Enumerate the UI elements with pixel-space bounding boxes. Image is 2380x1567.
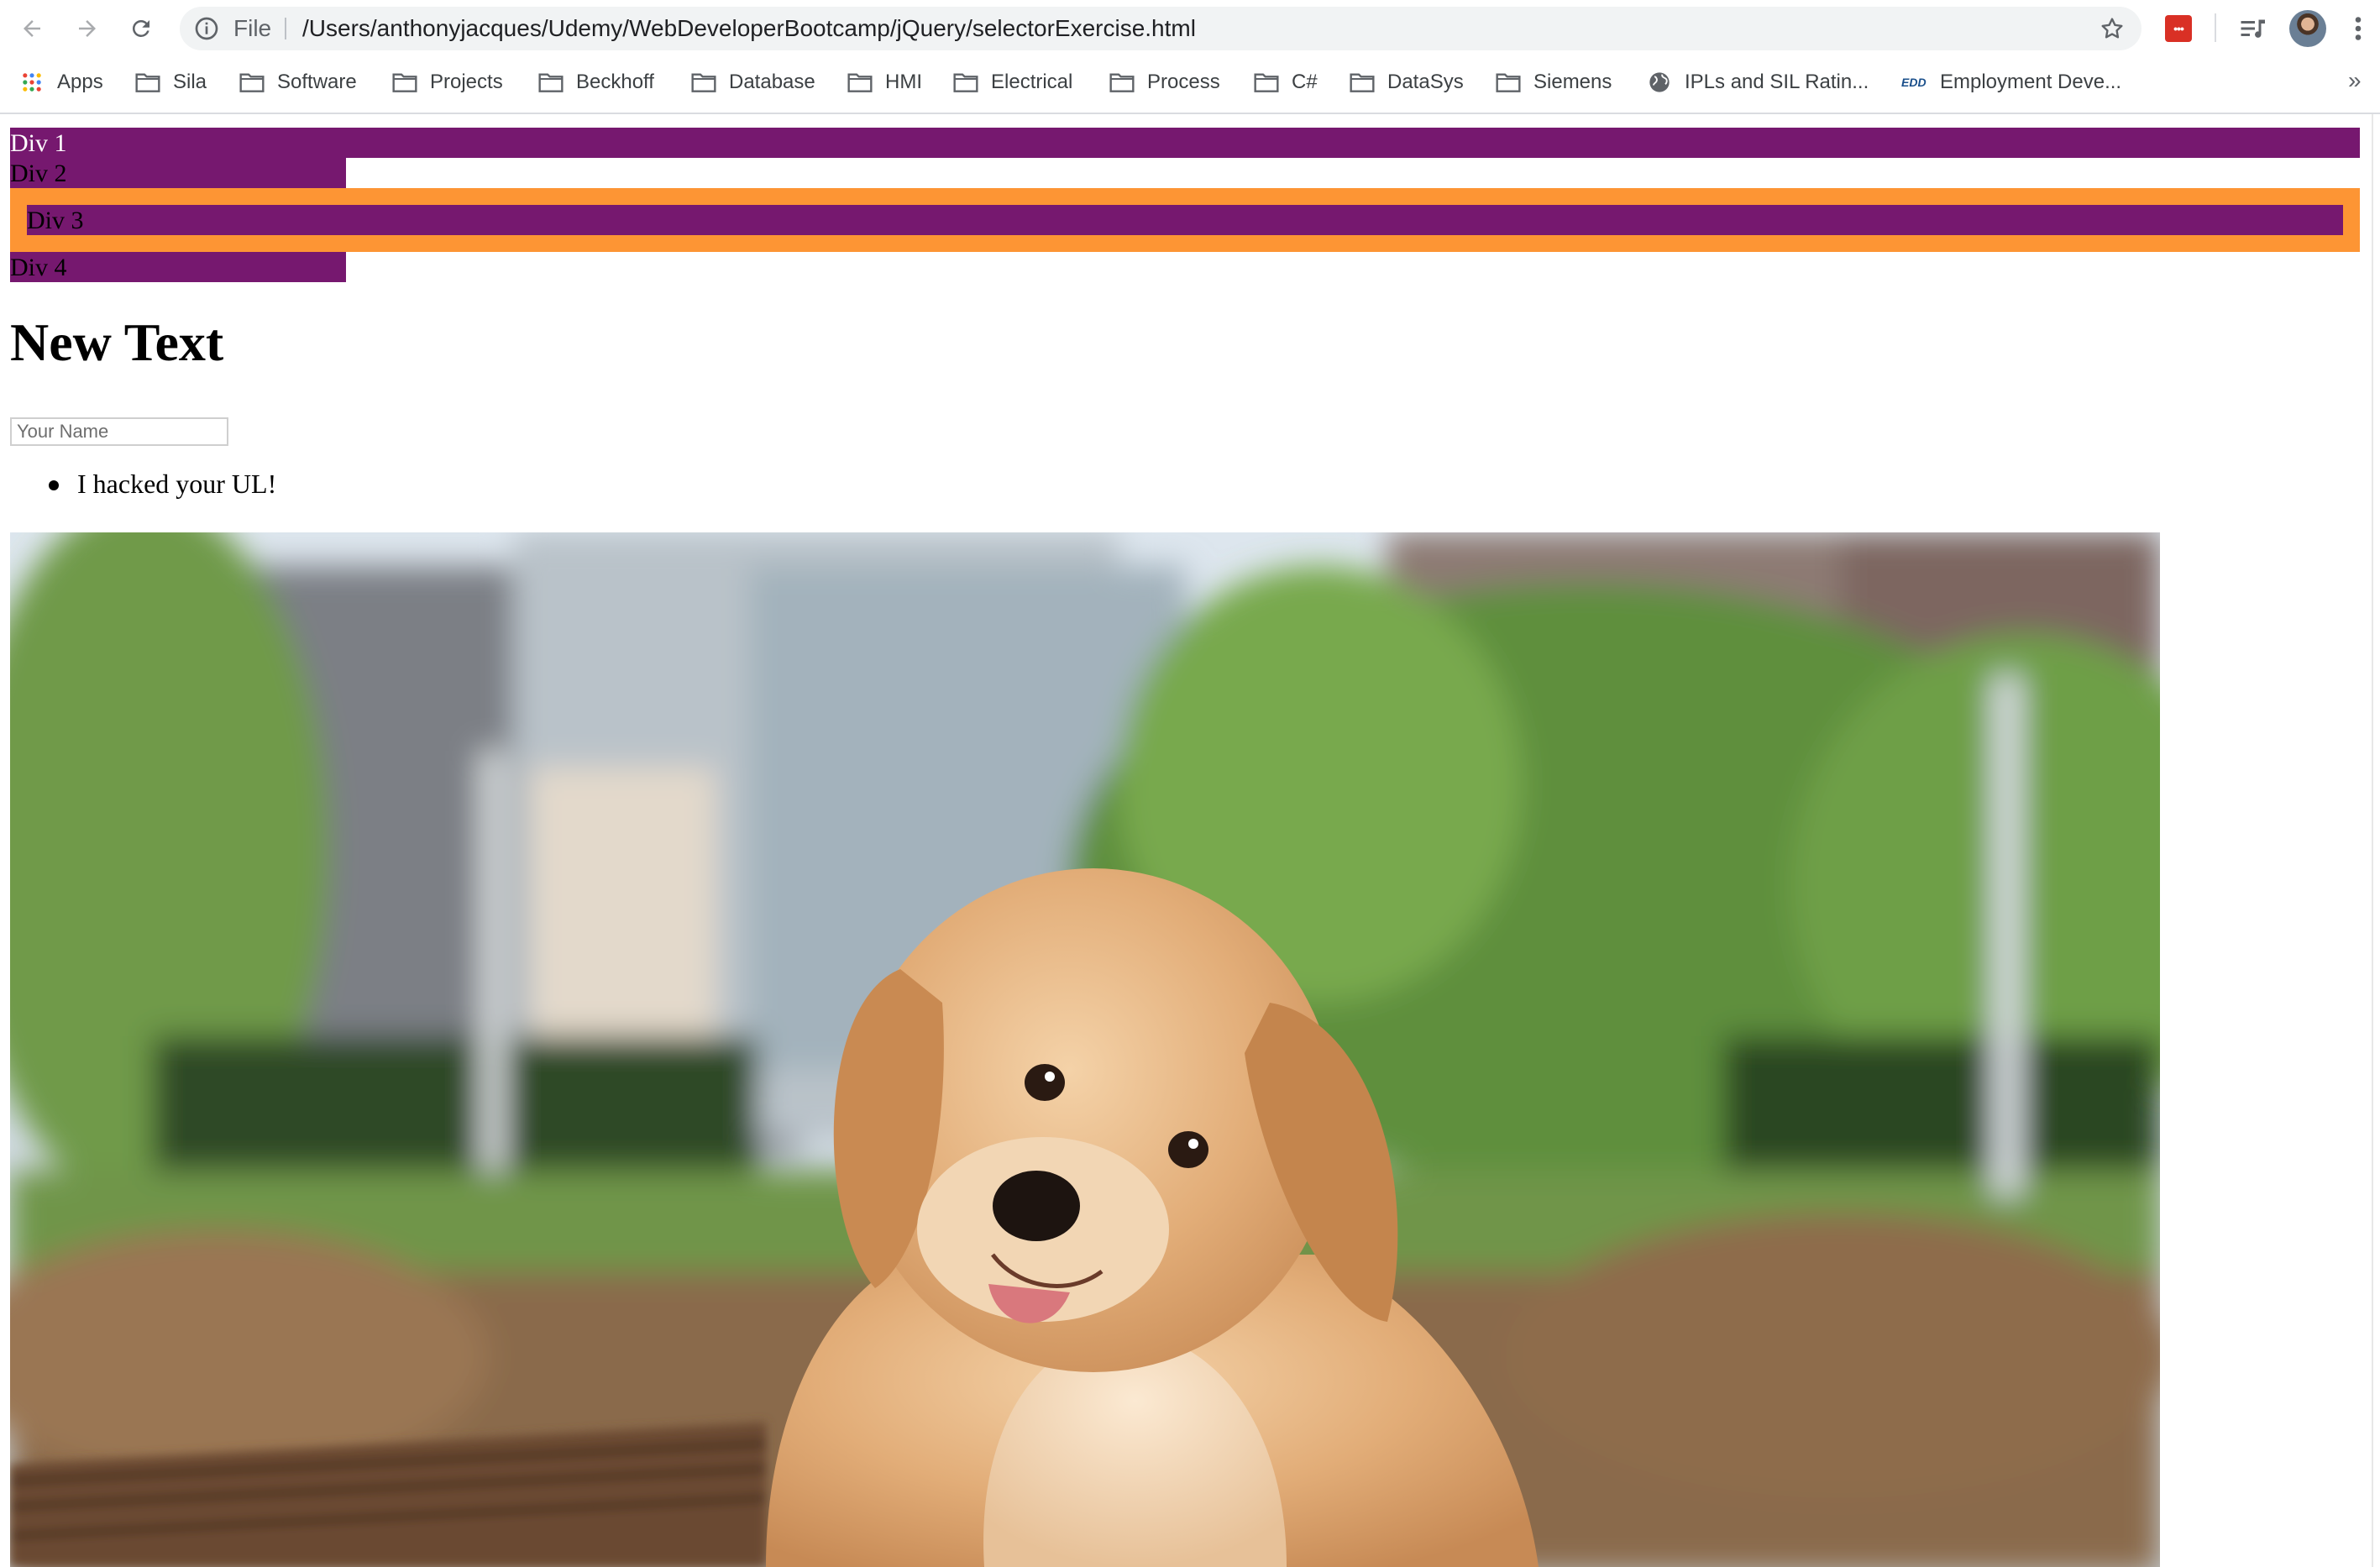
back-button[interactable] [12, 8, 52, 49]
folder-icon [1254, 73, 1279, 92]
folder-icon [691, 73, 716, 92]
bookmark-label: HMI [885, 71, 922, 93]
bookmark-label: Database [729, 71, 815, 93]
folder-icon [1350, 73, 1375, 92]
bookmark-label: C# [1292, 71, 1318, 93]
globe-icon [1649, 72, 1670, 92]
bookmark-label: DataSys [1387, 71, 1464, 93]
reload-icon [132, 19, 149, 37]
bookmark-label: Siemens [1533, 71, 1612, 93]
bullet-list: I hacked your UL! [0, 465, 276, 502]
div-4-text: Div 4 [10, 254, 67, 281]
bookmark-label: Process [1147, 71, 1220, 93]
list-item: I hacked your UL! [0, 465, 276, 502]
folder-icon [135, 73, 160, 92]
bookmark-label: Beckhoff [576, 71, 654, 93]
media-queue-icon[interactable] [2237, 13, 2267, 44]
forward-arrow-icon [79, 20, 96, 37]
bookmark-label: Software [277, 71, 357, 93]
folder-icon [1109, 73, 1135, 92]
folder-icon [1496, 73, 1521, 92]
page-content: Div 1 Div 2 Div 3 Div 4 New Text I hacke… [0, 114, 2370, 1567]
bookmark-folder-software[interactable]: Software [239, 57, 357, 107]
reload-button[interactable] [121, 8, 161, 49]
more-menu-icon[interactable] [2350, 13, 2367, 44]
url-scheme-label: File [233, 15, 272, 41]
div-2: Div 2 [10, 158, 346, 188]
bookmark-label: Sila [173, 71, 207, 93]
bookmark-label: Apps [57, 71, 103, 93]
bookmark-folder-database[interactable]: Database [690, 57, 815, 107]
extension-dots-icon: ••• [2173, 22, 2184, 35]
folder-icon [538, 73, 564, 92]
div-1: Div 1 [10, 128, 2360, 158]
bookmarks-bar: Apps Sila Software Projects Beckhoff Dat… [0, 57, 2380, 107]
bookmark-label: IPLs and SIL Ratin... [1685, 71, 1869, 93]
extension-button[interactable]: ••• [2165, 15, 2192, 42]
bookmark-folder-csharp[interactable]: C# [1253, 57, 1318, 107]
bookmark-employment-development[interactable]: EDD Employment Deve... [1901, 57, 2121, 107]
page-heading: New Text [10, 312, 224, 372]
url-separator [285, 18, 286, 39]
name-input[interactable] [10, 417, 228, 446]
bookmark-star-icon[interactable] [2099, 15, 2126, 42]
bookmark-folder-beckhoff[interactable]: Beckhoff [537, 57, 654, 107]
div-4: Div 4 [10, 252, 346, 282]
bookmark-apps[interactable]: Apps [18, 57, 103, 107]
puppy-photo-illustration [10, 532, 2160, 1567]
edd-logo-icon: EDD [1901, 76, 1927, 89]
bookmark-label: Employment Deve... [1940, 71, 2122, 93]
browser-toolbar: File /Users/anthonyjacques/Udemy/WebDeve… [0, 0, 2380, 57]
bookmark-folder-datasys[interactable]: DataSys [1349, 57, 1464, 107]
apps-grid-icon [23, 73, 41, 92]
bookmark-folder-sila[interactable]: Sila [134, 57, 207, 107]
profile-avatar[interactable] [2289, 10, 2326, 47]
div-2-text: Div 2 [10, 160, 67, 187]
page-scrollbar[interactable] [2372, 114, 2373, 1567]
address-bar[interactable]: File /Users/anthonyjacques/Udemy/WebDeve… [180, 7, 2141, 50]
bookmark-folder-hmi[interactable]: HMI [847, 57, 922, 107]
bookmark-ipls-sil[interactable]: IPLs and SIL Ratin... [1646, 57, 1869, 107]
div-1-text: Div 1 [10, 129, 67, 157]
bookmark-folder-projects[interactable]: Projects [391, 57, 503, 107]
bookmarks-overflow-chevron-icon[interactable]: » [2348, 57, 2362, 107]
bookmark-label: Projects [430, 71, 503, 93]
folder-icon [239, 73, 265, 92]
toolbar-divider [2215, 13, 2216, 42]
url-text[interactable]: /Users/anthonyjacques/Udemy/WebDeveloper… [302, 7, 1196, 50]
back-arrow-icon [24, 20, 40, 37]
bookmark-label: Electrical [991, 71, 1073, 93]
site-info-icon[interactable] [193, 15, 220, 42]
folder-icon [392, 73, 417, 92]
forward-button[interactable] [67, 8, 107, 49]
golden-retriever-puppy-photo [10, 532, 2160, 1567]
div-3: Div 3 [27, 205, 2343, 235]
div-3-text: Div 3 [27, 207, 84, 234]
div-3-border: Div 3 [10, 188, 2360, 252]
folder-icon [847, 73, 873, 92]
bookmark-folder-siemens[interactable]: Siemens [1495, 57, 1612, 107]
bookmark-folder-process[interactable]: Process [1109, 57, 1220, 107]
bookmark-folder-electrical[interactable]: Electrical [952, 57, 1072, 107]
folder-icon [953, 73, 978, 92]
